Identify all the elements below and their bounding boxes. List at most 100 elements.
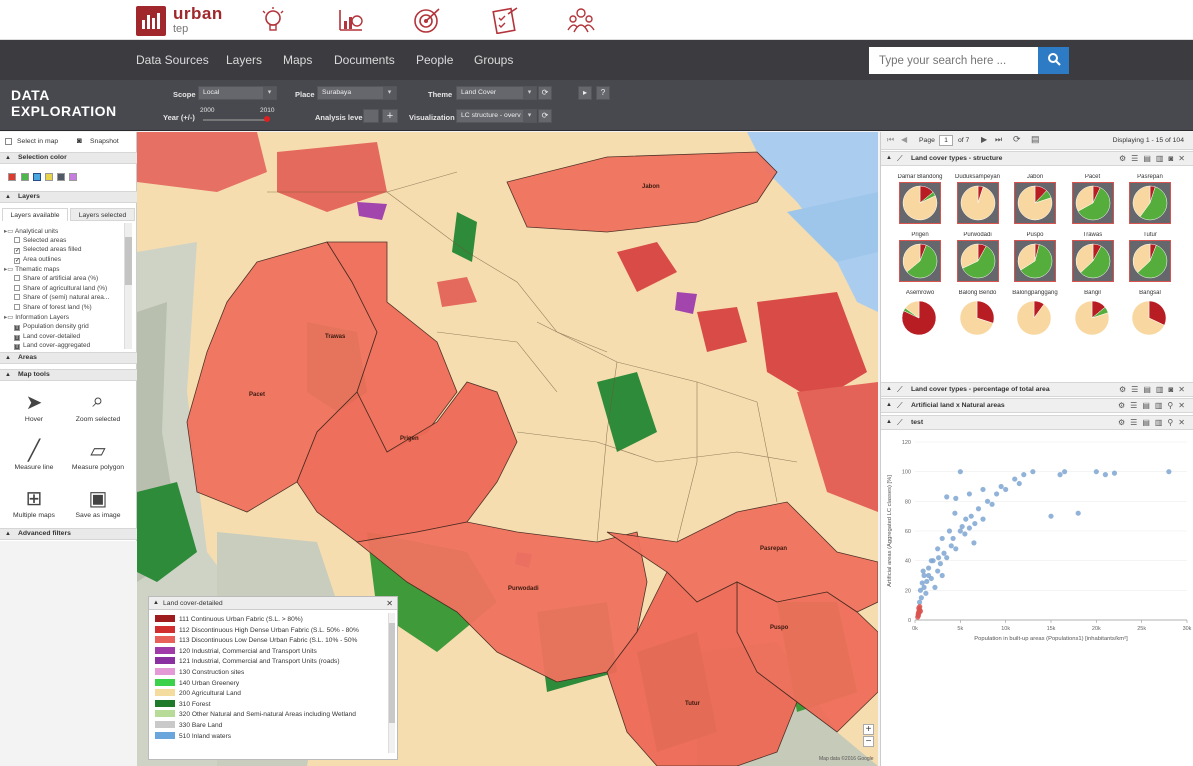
color-swatch-green[interactable] — [21, 173, 29, 181]
collapse-icon[interactable]: ▲ — [153, 597, 159, 610]
place-select[interactable]: Surabaya ▾ — [317, 86, 397, 100]
zoom-out-button[interactable]: − — [863, 736, 874, 747]
tab-layers-available[interactable]: Layers available — [2, 208, 68, 221]
checkbox[interactable] — [14, 275, 20, 281]
pie-box[interactable] — [1129, 182, 1171, 224]
pie-chart-cell[interactable]: Tutur — [1127, 232, 1173, 284]
checkbox[interactable]: ✓ — [14, 248, 20, 255]
pie-chart-cell[interactable]: Prigen — [897, 232, 943, 284]
tool-save-image[interactable]: ▣ Save as image — [68, 486, 128, 519]
color-swatch-yellow[interactable] — [45, 173, 53, 181]
select-in-map-checkbox[interactable] — [5, 138, 12, 145]
panel-header-icons[interactable]: ⚙☰▤▥◙✕ — [1119, 383, 1190, 396]
tree-layer-item[interactable]: ✓ Area outlines — [14, 256, 61, 264]
year-slider-handle[interactable] — [264, 116, 270, 122]
first-page-icon[interactable]: ⏮ — [887, 135, 894, 145]
page-input[interactable]: 1 — [939, 135, 953, 146]
pie-chart-cell[interactable]: Duduksampeyan — [955, 174, 1001, 226]
collapse-icon[interactable]: ▲ — [886, 399, 892, 412]
nav-people[interactable]: People — [416, 53, 453, 67]
zoom-in-button[interactable]: + — [863, 724, 874, 735]
year-slider-track[interactable] — [203, 119, 267, 121]
tree-layer-item[interactable]: i Land cover-detailed — [14, 333, 80, 341]
advanced-filters-header[interactable]: ▲ Advanced filters — [0, 528, 137, 540]
pie-box[interactable] — [1014, 298, 1056, 340]
pie-chart-cell[interactable]: Pacet — [1070, 174, 1116, 226]
tool-zoom-selected[interactable]: ⌕ Zoom selected — [68, 390, 128, 423]
tool-measure-line[interactable]: ╱ Measure line — [4, 438, 64, 471]
tree-folder[interactable]: ▸▭ Information Layers — [4, 313, 69, 321]
tree-layer-item[interactable]: ✓ Selected areas filled — [14, 246, 82, 255]
refresh-theme-button[interactable]: ⟳ — [538, 86, 552, 100]
panel-artificial-header[interactable]: ▲ ⟋ Artificial land x Natural areas ⚙☰▤▥… — [881, 398, 1193, 413]
share-button[interactable]: ▸ — [578, 86, 592, 100]
pie-box[interactable] — [899, 298, 941, 340]
analysis-level-select[interactable] — [363, 109, 379, 123]
pie-chart-cell[interactable]: Jabon — [1012, 174, 1058, 226]
pie-box[interactable] — [899, 182, 941, 224]
snapshot-button[interactable]: Snapshot — [90, 138, 119, 145]
panel-test-header[interactable]: ▲ ⟋ test ⚙☰▤▥⚲✕ — [881, 415, 1193, 430]
layers-header[interactable]: ▲ Layers — [0, 191, 137, 203]
tool-hover[interactable]: ➤ Hover — [4, 390, 64, 423]
pie-box[interactable] — [956, 182, 999, 224]
search-button[interactable] — [1038, 47, 1069, 74]
nav-groups[interactable]: Groups — [474, 53, 513, 67]
pie-box[interactable] — [956, 240, 999, 282]
collapse-icon[interactable]: ▲ — [886, 416, 892, 429]
panel-header-icons[interactable]: ⚙☰▤▥◙✕ — [1119, 152, 1190, 165]
last-page-icon[interactable]: ⏭ — [995, 135, 1002, 145]
areas-header[interactable]: ▲ Areas — [0, 352, 137, 364]
color-swatch-blue[interactable] — [33, 173, 41, 181]
panel-percentage-header[interactable]: ▲ ⟋ Land cover types - percentage of tot… — [881, 382, 1193, 397]
checkbox[interactable]: ✓ — [14, 257, 20, 264]
panel-header-icons[interactable]: ⚙☰▤▥⚲✕ — [1118, 416, 1190, 429]
checkbox[interactable] — [14, 284, 20, 291]
checkbox[interactable] — [14, 236, 20, 243]
pie-box[interactable] — [1014, 182, 1056, 224]
logo-icon[interactable] — [136, 6, 166, 36]
color-swatch-purple[interactable] — [69, 173, 77, 181]
tab-layers-selected[interactable]: Layers selected — [70, 208, 135, 221]
close-icon[interactable]: ✕ — [386, 597, 393, 610]
pie-chart-cell[interactable]: Asemrowo — [897, 290, 943, 342]
tree-layer-item[interactable]: Selected areas — [14, 236, 66, 244]
visualization-select[interactable]: LC structure - overv ▾ — [456, 109, 537, 123]
theme-select[interactable]: Land Cover ▾ — [456, 86, 537, 100]
map-tools-header[interactable]: ▲ Map tools — [0, 369, 137, 381]
color-swatch-gray[interactable] — [57, 173, 65, 181]
area-jabon[interactable] — [506, 151, 778, 233]
checkbox[interactable] — [14, 303, 20, 310]
pie-chart-cell[interactable]: Damar Blandong — [897, 174, 943, 226]
pie-box[interactable] — [957, 298, 999, 340]
pie-chart-cell[interactable]: Trawas — [1070, 232, 1116, 284]
pie-chart-cell[interactable]: Bangil — [1070, 290, 1116, 342]
pie-box[interactable] — [1072, 298, 1114, 340]
legend-header[interactable]: ▲ Land cover-detailed ✕ — [149, 597, 397, 610]
scope-select[interactable]: Local ▾ — [198, 86, 277, 100]
pie-box[interactable] — [1129, 298, 1171, 340]
tool-measure-polygon[interactable]: ▱ Measure polygon — [68, 438, 128, 471]
pie-box[interactable] — [1071, 182, 1114, 224]
people-icon[interactable] — [566, 6, 596, 34]
panel-structure-header[interactable]: ▲ ⟋ Land cover types - structure ⚙☰▤▥◙✕ — [881, 151, 1193, 166]
refresh-visualization-button[interactable]: ⟳ — [538, 109, 552, 123]
pie-chart-cell[interactable]: Purwodadi — [955, 232, 1001, 284]
target-icon[interactable] — [412, 6, 442, 34]
tool-multiple-maps[interactable]: ⊞ Multiple maps — [4, 486, 64, 519]
pie-chart-cell[interactable]: Balongpanggang — [1012, 290, 1058, 342]
next-page-icon[interactable]: ▶ — [981, 135, 987, 144]
help-button[interactable]: ? — [596, 86, 610, 100]
selection-color-header[interactable]: ▲ Selection color — [0, 152, 137, 164]
collapse-icon[interactable]: ▲ — [886, 152, 892, 165]
tree-layer-item[interactable]: i Land cover-aggregated — [14, 342, 90, 351]
pie-chart-cell[interactable]: Pasrepan — [1127, 174, 1173, 226]
pie-chart-cell[interactable]: Bangsal — [1127, 290, 1173, 342]
nav-layers[interactable]: Layers — [226, 53, 262, 67]
scatter-chart[interactable]: 0 20 40 60 80 100 120 0k 5k 10k 15k 20k 25k 30k Popula… — [881, 436, 1193, 652]
camera-icon[interactable]: ◙ — [77, 136, 82, 145]
layer-tree-scrollbar[interactable] — [124, 223, 132, 349]
pie-chart-cell[interactable]: Balong Bendo — [955, 290, 1001, 342]
pie-box[interactable] — [1071, 240, 1114, 282]
pie-box[interactable] — [899, 240, 941, 282]
